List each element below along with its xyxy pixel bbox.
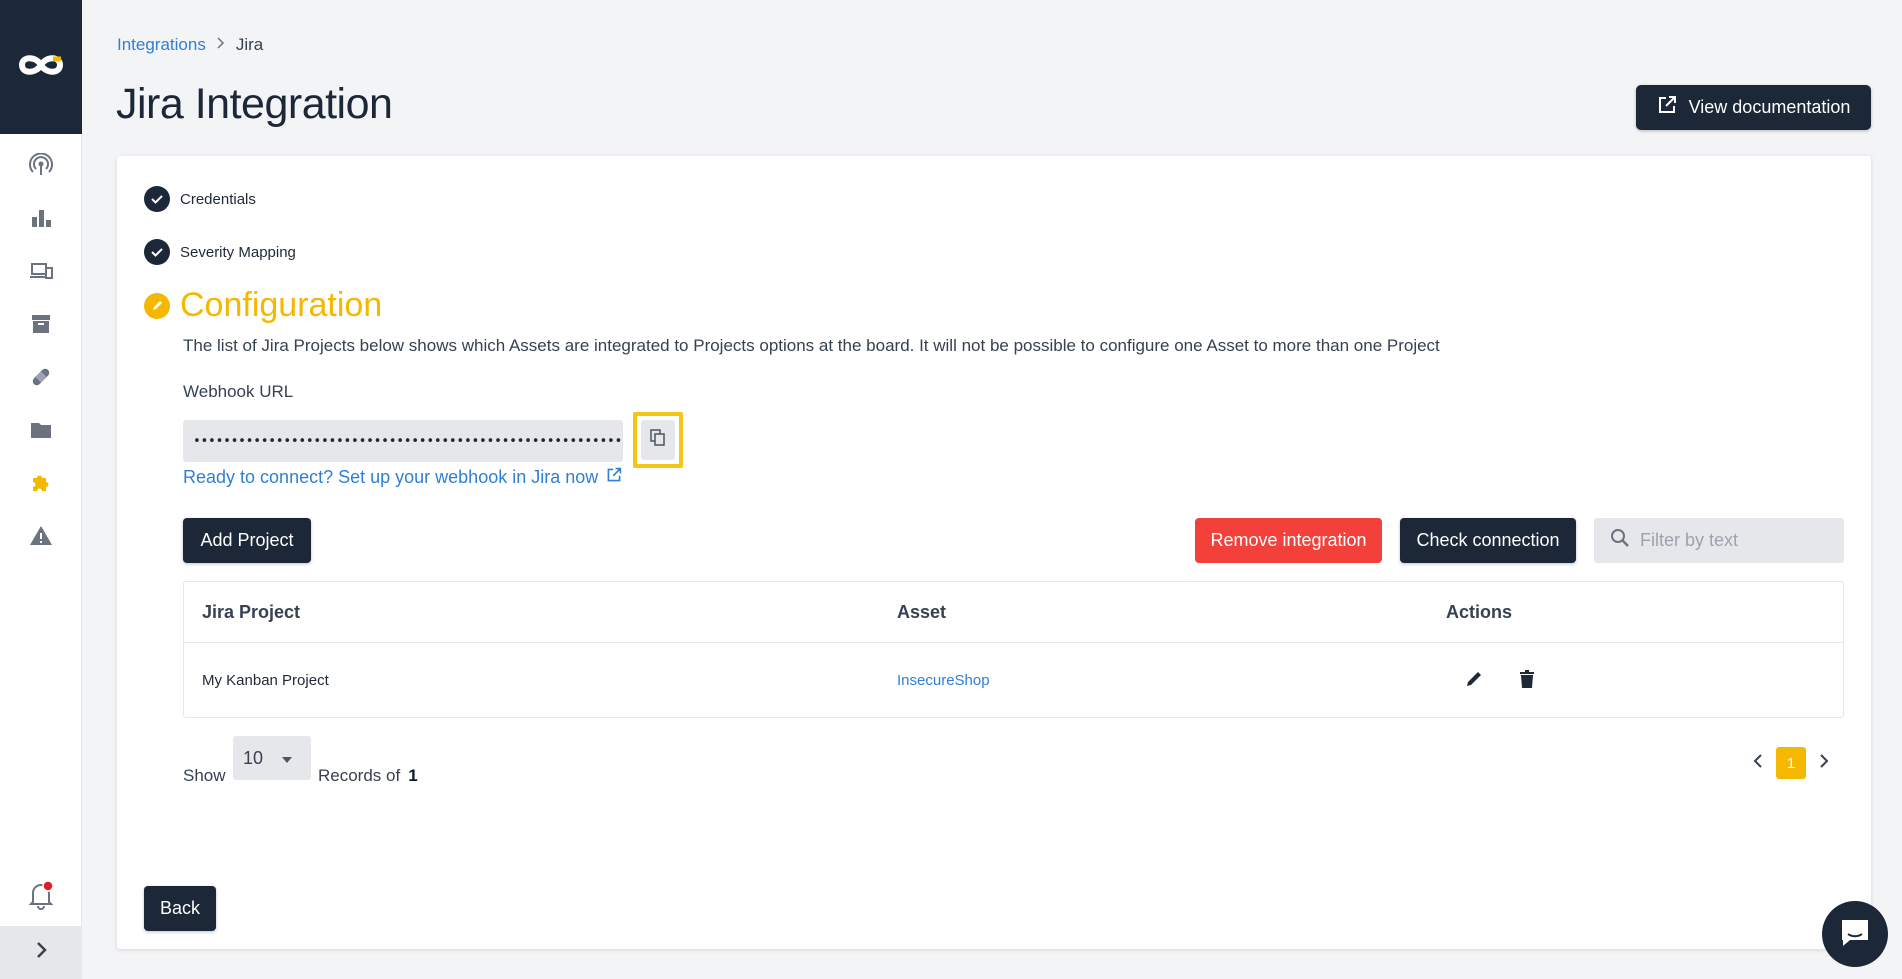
broadcast-icon — [29, 152, 53, 182]
records-per-page-select[interactable]: 10 — [233, 736, 311, 780]
configuration-description: The list of Jira Projects below shows wh… — [183, 336, 1440, 355]
asset-link[interactable]: InsecureShop — [897, 672, 990, 689]
records-per-page-value: 10 — [243, 747, 264, 768]
sidebar-item-broadcast[interactable] — [0, 141, 82, 194]
search-icon — [1610, 528, 1630, 553]
warning-icon — [29, 524, 53, 553]
notifications-button[interactable] — [0, 872, 82, 922]
chevron-right-icon — [31, 940, 51, 965]
filter-box — [1594, 518, 1844, 563]
pencil-icon — [144, 292, 170, 319]
integration-card: Credentials Severity Mapping Configurati… — [117, 156, 1871, 949]
remove-integration-button[interactable]: Remove integration — [1195, 518, 1382, 563]
sidebar-item-alerts[interactable] — [0, 512, 82, 565]
table-row: My Kanban Project InsecureShop — [184, 643, 1843, 718]
chat-bubble-icon — [1838, 916, 1872, 953]
webhook-url-field[interactable]: ••••••••••••••••••••••••••••••••••••••••… — [183, 420, 623, 462]
step-credentials[interactable]: Credentials — [144, 186, 256, 212]
check-connection-button[interactable]: Check connection — [1400, 518, 1576, 563]
show-label: Show — [183, 766, 226, 785]
sidebar-item-integrations[interactable] — [0, 459, 82, 512]
archive-icon — [29, 312, 53, 341]
logo[interactable] — [0, 0, 82, 134]
external-link-icon — [1657, 95, 1677, 120]
copy-webhook-button[interactable] — [633, 412, 683, 468]
caret-down-icon — [281, 748, 293, 769]
sidebar-item-files[interactable] — [0, 406, 82, 459]
table-header: Jira Project Asset Actions — [184, 582, 1843, 643]
puzzle-icon — [29, 471, 53, 500]
breadcrumb-integrations-link[interactable]: Integrations — [117, 35, 206, 55]
view-documentation-button[interactable]: View documentation — [1636, 85, 1871, 130]
sidebar-expand-button[interactable] — [0, 926, 82, 979]
jira-webhook-link-label: Ready to connect? Set up your webhook in… — [183, 467, 599, 487]
chevron-right-icon — [1818, 753, 1830, 774]
records-label: Records of — [318, 766, 401, 785]
folder-icon — [29, 418, 53, 447]
chevron-right-icon — [216, 36, 226, 54]
records-count: Records of 1 — [318, 766, 418, 786]
jira-webhook-setup-link[interactable]: Ready to connect? Set up your webhook in… — [183, 467, 622, 488]
bar-chart-icon — [29, 206, 53, 235]
view-documentation-label: View documentation — [1688, 97, 1851, 117]
check-icon — [144, 186, 170, 212]
step-severity-mapping[interactable]: Severity Mapping — [144, 239, 296, 265]
edit-button[interactable] — [1464, 669, 1484, 693]
pagination: 1 — [1752, 747, 1830, 779]
trash-icon — [1518, 669, 1536, 693]
previous-page-button[interactable] — [1752, 753, 1764, 774]
sidebar-item-devices[interactable] — [0, 247, 82, 300]
column-header-asset: Asset — [897, 601, 947, 622]
sidebar-item-remediation[interactable] — [0, 353, 82, 406]
breadcrumb: Integrations Jira — [117, 35, 263, 55]
sidebar-item-archive[interactable] — [0, 300, 82, 353]
column-header-jira-project: Jira Project — [202, 601, 301, 622]
infinity-logo-icon — [15, 51, 67, 84]
webhook-url-label: Webhook URL — [183, 382, 294, 401]
step-configuration-label: Configuration — [180, 286, 383, 324]
sidebar-item-dashboard[interactable] — [0, 194, 82, 247]
back-button[interactable]: Back — [144, 886, 216, 931]
projects-table: Jira Project Asset Actions My Kanban Pro… — [183, 581, 1844, 718]
chat-button[interactable] — [1822, 901, 1888, 967]
column-header-actions: Actions — [1446, 601, 1513, 622]
bandage-icon — [29, 365, 53, 394]
records-total: 1 — [408, 766, 418, 785]
bell-icon — [27, 879, 55, 915]
copy-icon — [650, 428, 666, 452]
delete-button[interactable] — [1518, 669, 1536, 693]
cell-jira-project: My Kanban Project — [202, 672, 329, 689]
devices-icon — [29, 259, 53, 288]
step-configuration: Configuration — [144, 286, 382, 325]
next-page-button[interactable] — [1818, 753, 1830, 774]
add-project-button[interactable]: Add Project — [183, 518, 311, 563]
page-title: Jira Integration — [116, 80, 393, 128]
filter-input[interactable] — [1640, 530, 1830, 551]
breadcrumb-current: Jira — [235, 35, 264, 54]
step-credentials-label: Credentials — [180, 190, 256, 208]
check-icon — [144, 239, 170, 265]
external-link-icon — [606, 467, 622, 488]
sidebar — [0, 0, 82, 979]
chevron-left-icon — [1752, 753, 1764, 774]
step-severity-label: Severity Mapping — [180, 243, 296, 261]
pencil-icon — [1464, 669, 1484, 693]
page-button-current[interactable]: 1 — [1776, 747, 1806, 779]
